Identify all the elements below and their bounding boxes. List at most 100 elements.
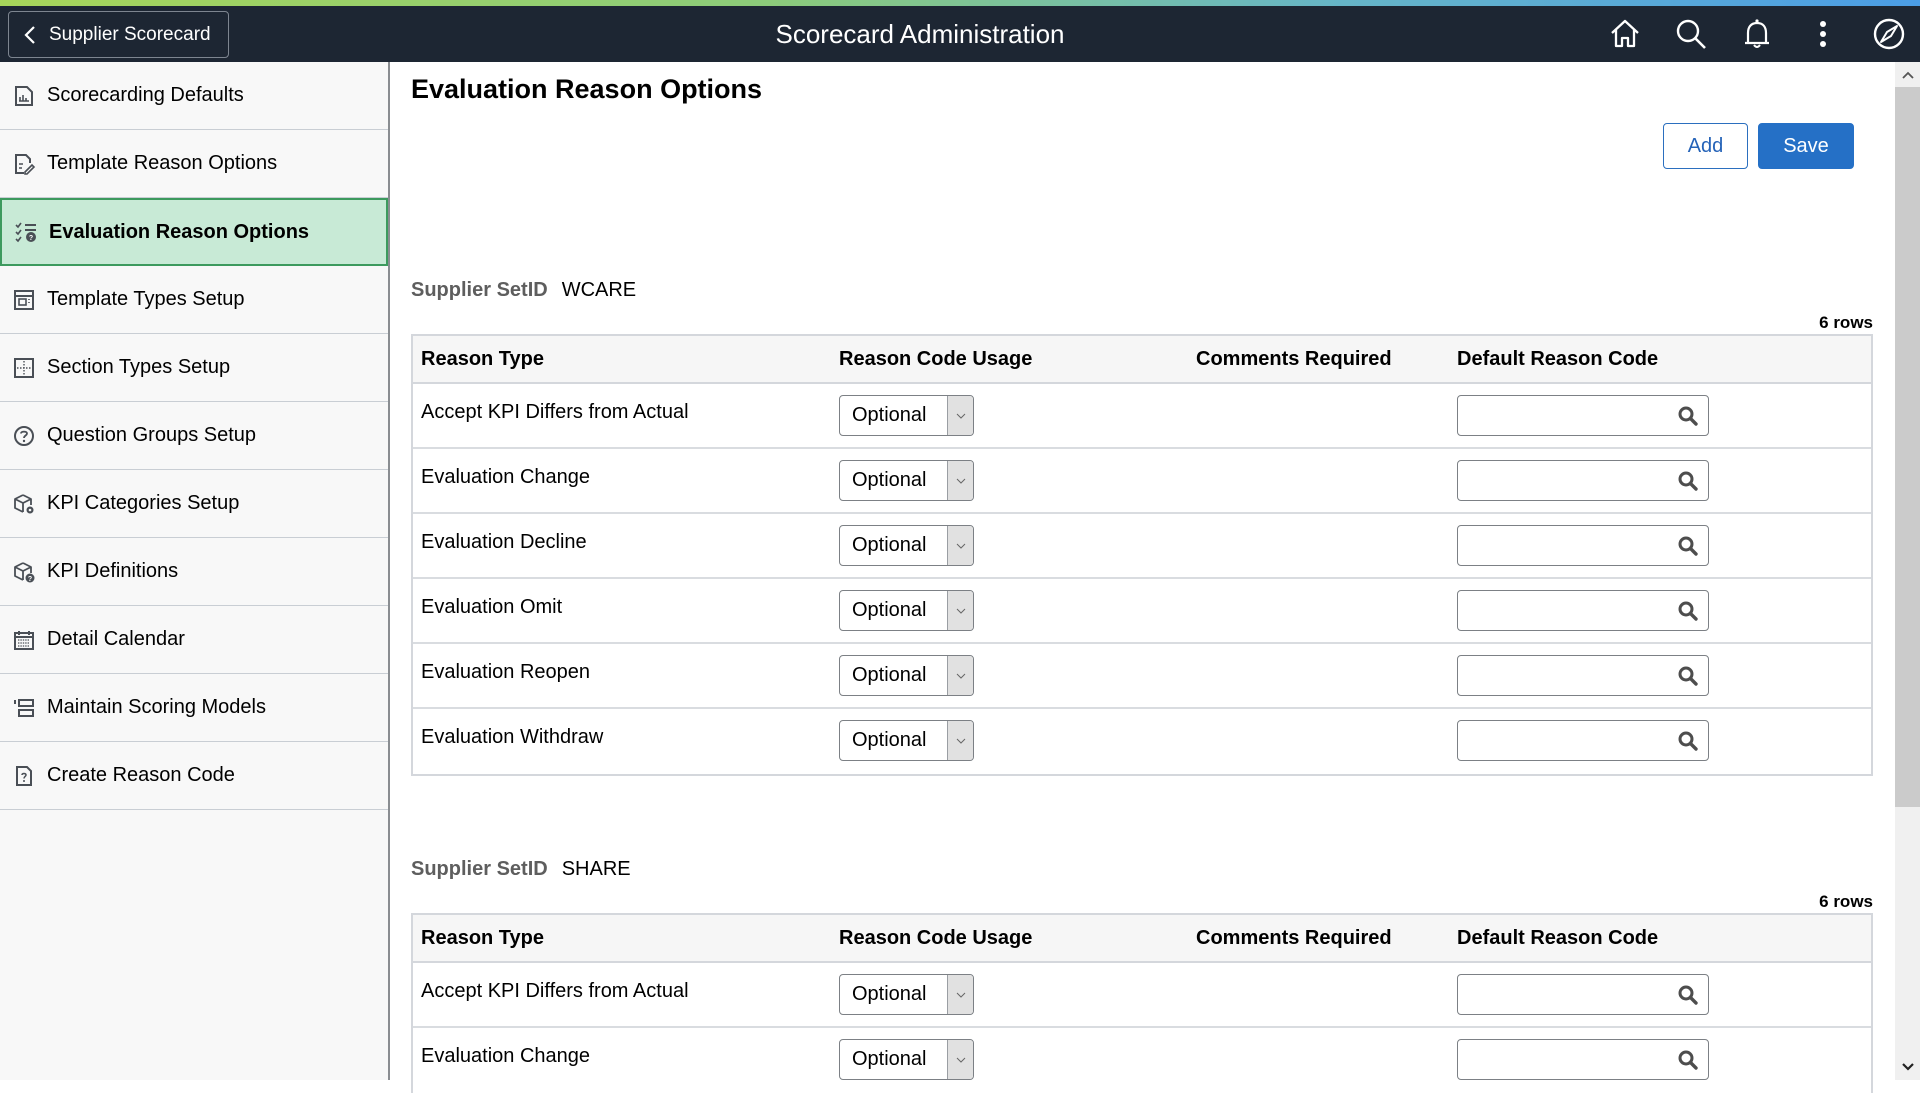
reason-code-usage-select[interactable]: Optional (839, 974, 974, 1015)
table-row: Evaluation Withdraw Optional (413, 709, 1871, 774)
select-value: Optional (852, 1048, 927, 1070)
chevron-down-icon (947, 721, 973, 760)
search-icon[interactable] (1677, 405, 1699, 427)
default-reason-code-input[interactable] (1457, 1039, 1709, 1080)
navigator-button[interactable] (1871, 16, 1907, 52)
chevron-down-icon (947, 656, 973, 695)
sidebar-item-evaluation-reason-options[interactable]: ? Evaluation Reason Options (0, 198, 388, 266)
reason-code-usage-select[interactable]: Optional (839, 590, 974, 631)
column-header-default-reason-code: Default Reason Code (1457, 347, 1659, 370)
default-reason-code-input[interactable] (1457, 460, 1709, 501)
table-row: Evaluation Change Optional (413, 1028, 1871, 1093)
table-row: Evaluation Change Optional (413, 449, 1871, 514)
select-value: Optional (852, 729, 927, 751)
scroll-down-button[interactable] (1895, 1056, 1920, 1078)
table-row: Accept KPI Differs from Actual Optional (413, 963, 1871, 1028)
reason-code-usage-select[interactable]: Optional (839, 460, 974, 501)
cube-gear-icon (12, 492, 36, 516)
search-icon[interactable] (1677, 535, 1699, 557)
sidebar-item-kpi-categories-setup[interactable]: KPI Categories Setup (0, 470, 388, 538)
row-count: 6 rows (1819, 892, 1873, 911)
select-value: Optional (852, 404, 927, 426)
row-count: 6 rows (1819, 313, 1873, 332)
default-reason-code-input[interactable] (1457, 525, 1709, 566)
svg-text:?: ? (29, 235, 33, 242)
column-header-reason-type: Reason Type (421, 347, 544, 370)
scrollbar-thumb[interactable] (1895, 87, 1920, 807)
default-reason-code-input[interactable] (1457, 655, 1709, 696)
reason-type: Evaluation Omit (421, 596, 563, 618)
sidebar-item-label: KPI Categories Setup (47, 492, 240, 514)
notifications-button[interactable] (1739, 16, 1775, 52)
back-button[interactable]: Supplier Scorecard (8, 11, 229, 58)
default-reason-code-input[interactable] (1457, 590, 1709, 631)
sidebar-item-label: Question Groups Setup (47, 424, 257, 446)
chevron-down-icon (947, 526, 973, 565)
home-icon (1611, 19, 1639, 48)
sidebar-item-scorecarding-defaults[interactable]: Scorecarding Defaults (0, 62, 388, 130)
search-button[interactable] (1673, 16, 1709, 52)
search-icon[interactable] (1677, 470, 1699, 492)
column-header-default-reason-code: Default Reason Code (1457, 926, 1659, 949)
chevron-down-icon (947, 975, 973, 1014)
document-question-icon (12, 764, 36, 788)
sidebar-item-kpi-definitions[interactable]: ? KPI Definitions (0, 538, 388, 606)
sidebar-item-template-types-setup[interactable]: Template Types Setup (0, 266, 388, 334)
table-row: Evaluation Decline Optional (413, 514, 1871, 579)
search-icon[interactable] (1677, 665, 1699, 687)
reason-code-usage-select[interactable]: Optional (839, 395, 974, 436)
sidebar-nav: Scorecarding Defaults Template Reason Op… (0, 62, 390, 1080)
search-icon[interactable] (1677, 1049, 1699, 1071)
bell-icon (1745, 19, 1769, 48)
sidebar-item-question-groups-setup[interactable]: Question Groups Setup (0, 402, 388, 470)
table-header: Reason Type Reason Code Usage Comments R… (413, 915, 1871, 963)
checklist-question-icon: ? (14, 220, 38, 244)
add-button[interactable]: Add (1663, 123, 1748, 169)
search-icon[interactable] (1677, 984, 1699, 1006)
default-reason-code-input[interactable] (1457, 974, 1709, 1015)
setid-value: WCARE (561, 279, 637, 301)
chevron-left-icon (24, 25, 35, 44)
search-icon[interactable] (1677, 730, 1699, 752)
reason-code-usage-select[interactable]: Optional (839, 525, 974, 566)
list-models-icon (12, 696, 36, 720)
page-title: Evaluation Reason Options (411, 74, 763, 104)
setid-value: SHARE (561, 858, 631, 880)
sidebar-item-detail-calendar[interactable]: Detail Calendar (0, 606, 388, 674)
select-value: Optional (852, 983, 927, 1005)
column-header-reason-code-usage: Reason Code Usage (839, 926, 1033, 949)
select-value: Optional (852, 534, 927, 556)
sidebar-item-section-types-setup[interactable]: Section Types Setup (0, 334, 388, 402)
reason-code-usage-select[interactable]: Optional (839, 1039, 974, 1080)
sidebar-item-label: Scorecarding Defaults (47, 84, 244, 106)
reason-code-usage-select[interactable]: Optional (839, 655, 974, 696)
save-button[interactable]: Save (1758, 123, 1854, 169)
setid-label: Supplier SetID SHARE (411, 858, 631, 881)
chevron-down-icon (947, 1040, 973, 1079)
main-content: Evaluation Reason Options Add Save Suppl… (392, 62, 1895, 1093)
svg-text:?: ? (28, 576, 32, 583)
section-grid-icon (12, 356, 36, 380)
chevron-down-icon (1901, 1063, 1914, 1071)
search-icon[interactable] (1677, 600, 1699, 622)
sidebar-item-template-reason-options[interactable]: Template Reason Options (0, 130, 388, 198)
home-button[interactable] (1607, 16, 1643, 52)
reason-code-usage-select[interactable]: Optional (839, 720, 974, 761)
select-value: Optional (852, 599, 927, 621)
chevron-down-icon (947, 396, 973, 435)
setid-key: Supplier SetID (411, 279, 548, 301)
chevron-down-icon (947, 591, 973, 630)
select-value: Optional (852, 664, 927, 686)
default-reason-code-input[interactable] (1457, 720, 1709, 761)
vertical-scrollbar[interactable] (1895, 62, 1920, 1080)
setid-label: Supplier SetID WCARE (411, 279, 636, 302)
scroll-up-button[interactable] (1895, 64, 1920, 86)
sidebar-item-create-reason-code[interactable]: Create Reason Code (0, 742, 388, 810)
select-value: Optional (852, 469, 927, 491)
template-layout-icon (12, 288, 36, 312)
default-reason-code-input[interactable] (1457, 395, 1709, 436)
setid-key: Supplier SetID (411, 858, 548, 880)
sidebar-item-maintain-scoring-models[interactable]: Maintain Scoring Models (0, 674, 388, 742)
more-actions-button[interactable] (1805, 16, 1841, 52)
table-row: Evaluation Reopen Optional (413, 644, 1871, 709)
